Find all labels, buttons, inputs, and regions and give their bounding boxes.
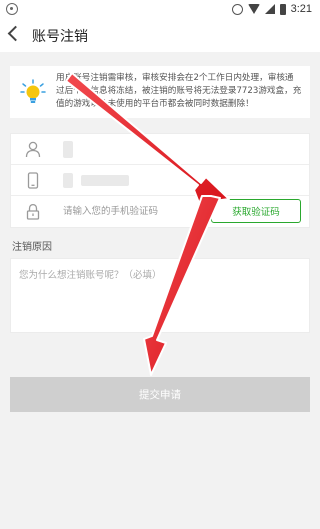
lock-icon bbox=[26, 203, 40, 220]
verification-form: 获取验证码 bbox=[10, 133, 310, 228]
verification-code-input[interactable] bbox=[63, 202, 213, 221]
redacted-phone-a bbox=[63, 173, 73, 188]
do-not-disturb-icon bbox=[231, 3, 243, 15]
status-bar: 3:21 bbox=[0, 0, 320, 18]
app-header: 账号注销 bbox=[0, 18, 320, 52]
cancellation-notice: 用户账号注销需审核，审核安排会在2个工作日内处理，审核通过后个人信息将冻结，被注… bbox=[10, 66, 310, 118]
back-arrow-icon[interactable] bbox=[7, 25, 24, 42]
wifi-icon bbox=[247, 4, 260, 14]
phone-row bbox=[11, 165, 309, 196]
redacted-phone-b bbox=[81, 175, 129, 186]
get-code-button[interactable]: 获取验证码 bbox=[211, 199, 301, 223]
account-row bbox=[11, 134, 309, 165]
phone-icon bbox=[27, 172, 39, 189]
lightbulb-icon bbox=[20, 79, 46, 103]
battery-icon bbox=[279, 3, 286, 15]
reason-label: 注销原因 bbox=[12, 242, 52, 253]
status-icons: 3:21 bbox=[231, 2, 312, 16]
reason-input[interactable] bbox=[11, 259, 309, 332]
notice-text: 用户账号注销需审核，审核安排会在2个工作日内处理，审核通过后个人信息将冻结，被注… bbox=[56, 73, 302, 109]
page-title: 账号注销 bbox=[32, 29, 88, 45]
redacted-account bbox=[63, 141, 73, 158]
status-time: 3:21 bbox=[290, 3, 312, 15]
user-icon bbox=[25, 141, 41, 158]
submit-button[interactable]: 提交申请 bbox=[10, 377, 310, 412]
notification-app-icon bbox=[6, 3, 18, 15]
code-row: 获取验证码 bbox=[11, 196, 309, 227]
reason-box bbox=[10, 258, 310, 333]
signal-icon bbox=[264, 4, 275, 14]
